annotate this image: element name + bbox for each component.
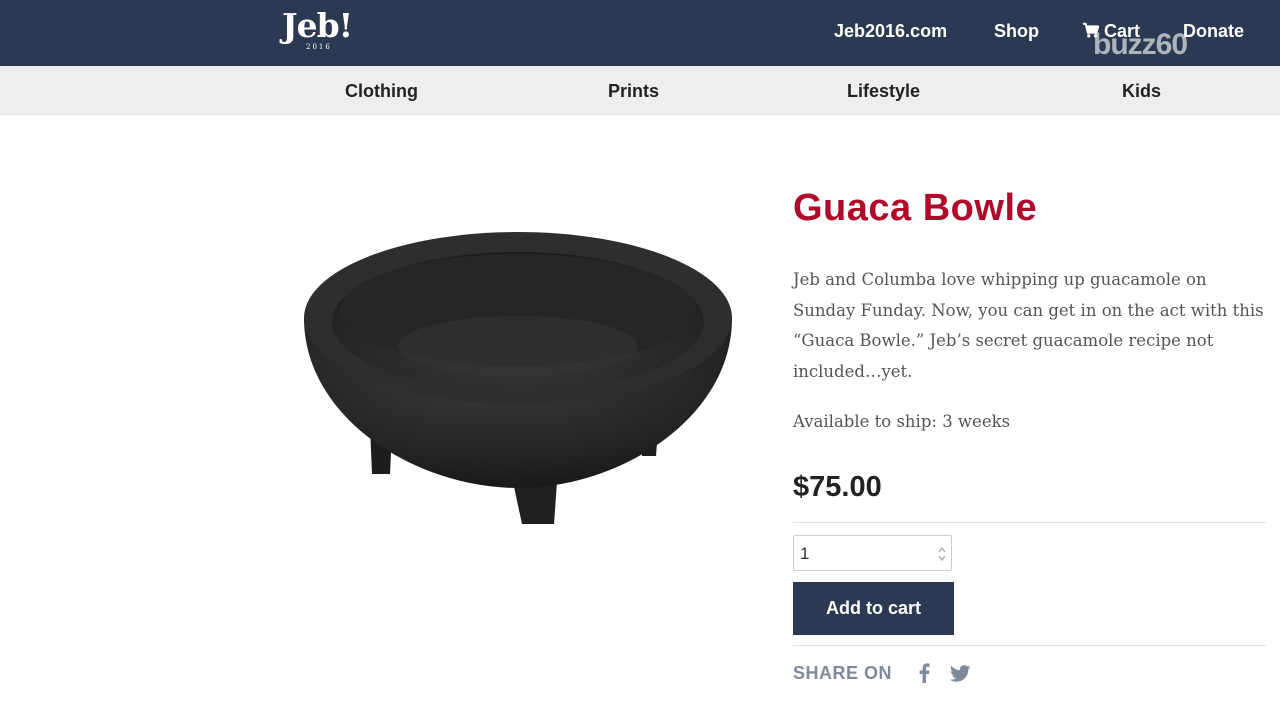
logo-year: 2016 [306,43,332,51]
share-label: SHARE ON [793,663,893,683]
top-header: Jeb! 2016 Jeb2016.com Shop Cart Donate b… [0,0,1280,66]
chevron-updown-icon[interactable] [938,545,946,563]
category-nav: Clothing Prints Lifestyle Kids [0,66,1280,115]
divider [793,645,1266,646]
divider [793,522,1266,523]
nav-item-kids[interactable]: Kids [1122,80,1161,102]
twitter-icon[interactable] [950,665,971,682]
nav-item-prints[interactable]: Prints [608,80,659,102]
donate-link[interactable]: Donate [1183,20,1244,42]
site-logo[interactable]: Jeb! 2016 [282,6,362,52]
logo-text: Jeb! [282,6,353,45]
shop-link[interactable]: Shop [994,20,1039,42]
video-watermark: buzz60 [1093,28,1188,61]
shipping-availability: Available to ship: 3 weeks [793,412,1011,431]
add-to-cart-button[interactable]: Add to cart [793,582,954,635]
facebook-icon[interactable] [918,663,930,683]
quantity-stepper[interactable]: 1 [793,535,952,571]
product-title: Guaca Bowle [793,187,1038,229]
quantity-value: 1 [800,544,810,563]
site-link[interactable]: Jeb2016.com [834,20,947,42]
nav-item-clothing[interactable]: Clothing [345,80,418,102]
product-price: $75.00 [793,471,882,503]
product-description: Jeb and Columba love whipping up guacamo… [793,270,1264,381]
nav-item-lifestyle[interactable]: Lifestyle [847,80,920,102]
product-image [304,232,732,524]
